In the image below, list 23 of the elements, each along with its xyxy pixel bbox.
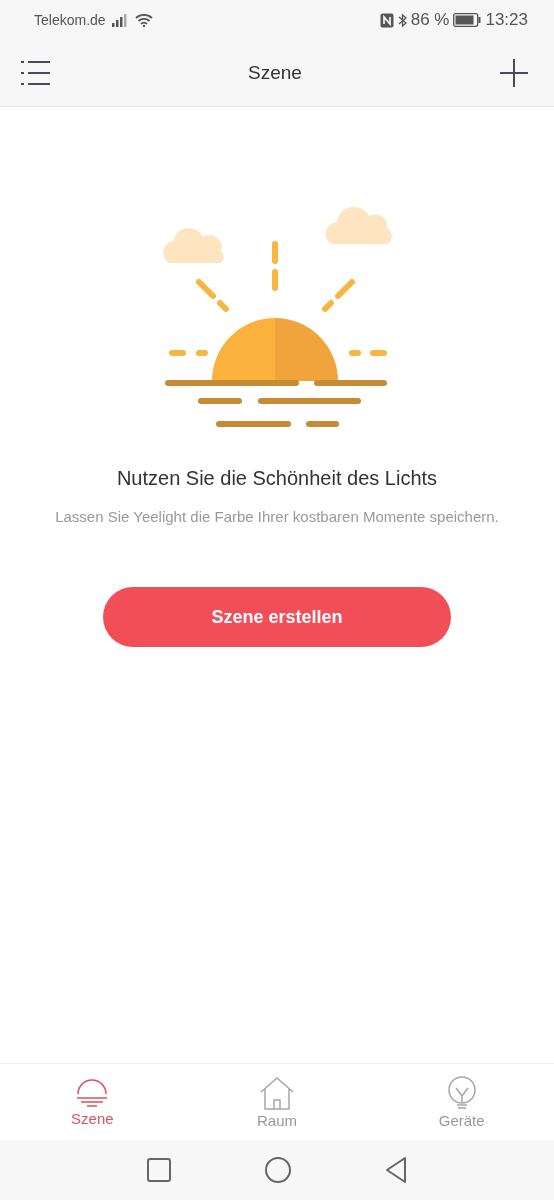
- tab[interactable]: Geräte: [369, 1064, 554, 1140]
- recents-icon[interactable]: [147, 1158, 171, 1182]
- signal-icon: [111, 13, 129, 27]
- battery-percentage: 86 %: [410, 10, 450, 30]
- menu-icon[interactable]: [21, 60, 50, 86]
- nfc-icon: [379, 12, 394, 28]
- sunset-icon: [75, 1076, 110, 1108]
- tab[interactable]: Raum: [184, 1064, 370, 1140]
- page-title: Szene: [248, 62, 302, 84]
- home-icon[interactable]: [265, 1157, 291, 1183]
- clock-time: 13:23: [485, 10, 528, 30]
- bluetooth-icon: [397, 12, 407, 28]
- create-scene-button[interactable]: Szene erstellen: [103, 587, 451, 647]
- carrier-name: Telekom.de: [34, 12, 106, 28]
- wifi-icon: [134, 13, 153, 27]
- house-icon: [259, 1076, 295, 1110]
- tab[interactable]: Szene: [0, 1064, 185, 1140]
- battery-icon: [453, 13, 482, 27]
- empty-state-message: Lassen Sie Yeelight die Farbe Ihrer kostbaren Momente speichern.: [55, 508, 499, 525]
- back-icon[interactable]: [385, 1157, 407, 1183]
- lightbulb-icon: [445, 1076, 478, 1110]
- plus-icon[interactable]: [500, 59, 528, 87]
- empty-state-title: Nutzen Sie die Schönheit des Lichts: [116, 467, 438, 490]
